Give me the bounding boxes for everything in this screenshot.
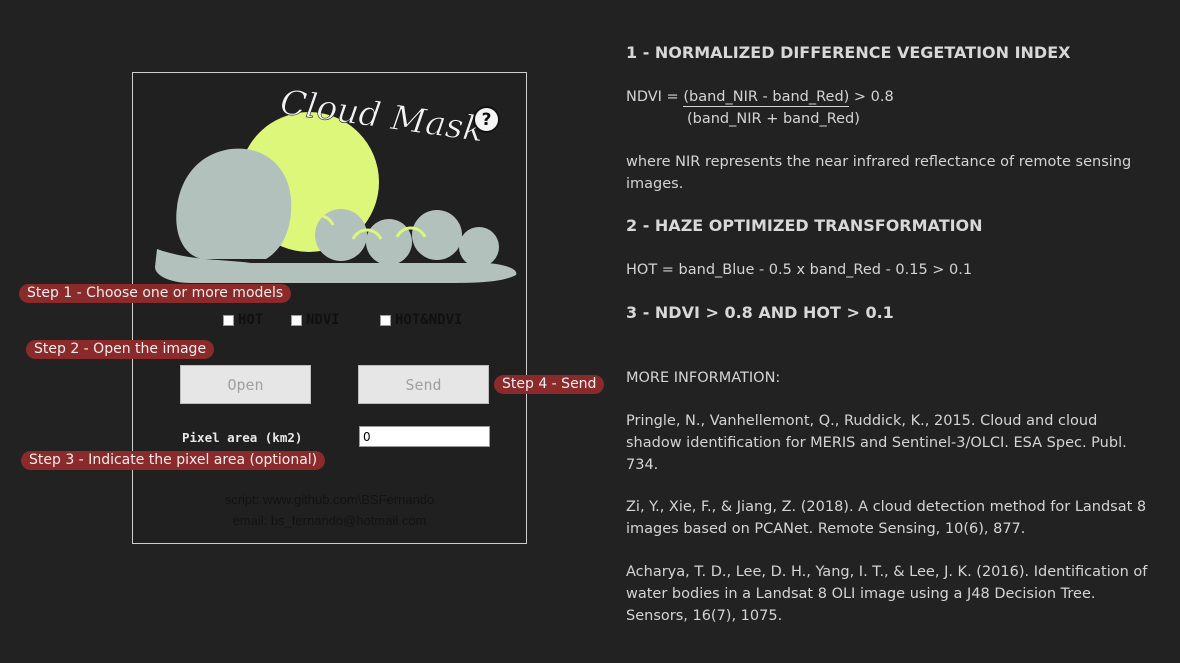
hot-checkbox[interactable] <box>223 314 234 326</box>
ndvi-condition: > 0.8 <box>849 89 894 105</box>
send-button[interactable]: Send <box>358 365 489 404</box>
ndvi-prefix: NDVI = <box>626 89 684 105</box>
help-button[interactable]: ? <box>473 106 500 133</box>
cloud-mask-logo: Cloud Mask <box>155 82 517 283</box>
more-info-heading: MORE INFORMATION: <box>626 370 781 386</box>
step3-tag: Step 3 - Indicate the pixel area (option… <box>21 451 326 470</box>
pixel-area-label: Pixel area (km2) <box>182 430 303 445</box>
hot-label: HOT <box>238 312 264 328</box>
pixel-area-input[interactable] <box>359 426 490 447</box>
ndvi-formula: NDVI = (band_NIR - band_Red) > 0.8 <box>626 86 894 108</box>
credit-email: email: bs_fernando@hotmail.com <box>232 513 427 528</box>
ndvi-denominator: (band_NIR + band_Red) <box>687 111 860 127</box>
reference-2: Zi, Y., Xie, F., & Jiang, Z. (2018). A c… <box>626 499 1147 537</box>
model-ndvi[interactable]: NDVI <box>291 312 340 328</box>
hot-ndvi-checkbox[interactable] <box>380 314 391 326</box>
credit-script: script: www.github.com\BSFernando <box>224 492 435 507</box>
reference-1: Pringle, N., Vanhellemont, Q., Ruddick, … <box>626 413 1127 473</box>
hot-formula: HOT = band_Blue - 0.5 x band_Red - 0.15 … <box>626 262 973 278</box>
step4-tag: Step 4 - Send <box>494 375 605 394</box>
combined-section-title: 3 - NDVI > 0.8 AND HOT > 0.1 <box>626 303 894 322</box>
open-button[interactable]: Open <box>180 365 311 404</box>
model-hot-ndvi[interactable]: HOT&NDVI <box>380 312 462 328</box>
hot-section-title: 2 - HAZE OPTIMIZED TRANSFORMATION <box>626 216 983 235</box>
reference-3: Acharya, T. D., Lee, D. H., Yang, I. T.,… <box>626 564 1148 624</box>
step1-tag: Step 1 - Choose one or more models <box>19 284 292 303</box>
app-window: Cloud Mask ? HOT NDVI HOT&NDVI Open Send… <box>132 72 527 544</box>
question-circle-icon: ? <box>481 109 492 130</box>
model-hot[interactable]: HOT <box>223 312 263 328</box>
model-checkboxes: HOT NDVI HOT&NDVI <box>223 312 523 330</box>
ndvi-note: where NIR represents the near infrared r… <box>626 154 1132 192</box>
hot-ndvi-label: HOT&NDVI <box>395 312 463 328</box>
ndvi-label: NDVI <box>306 312 340 328</box>
ndvi-section-title: 1 - NORMALIZED DIFFERENCE VEGETATION IND… <box>626 43 1071 62</box>
step2-tag: Step 2 - Open the image <box>26 340 215 359</box>
ndvi-numerator: (band_NIR - band_Red) <box>683 89 850 107</box>
ndvi-checkbox[interactable] <box>291 314 302 326</box>
